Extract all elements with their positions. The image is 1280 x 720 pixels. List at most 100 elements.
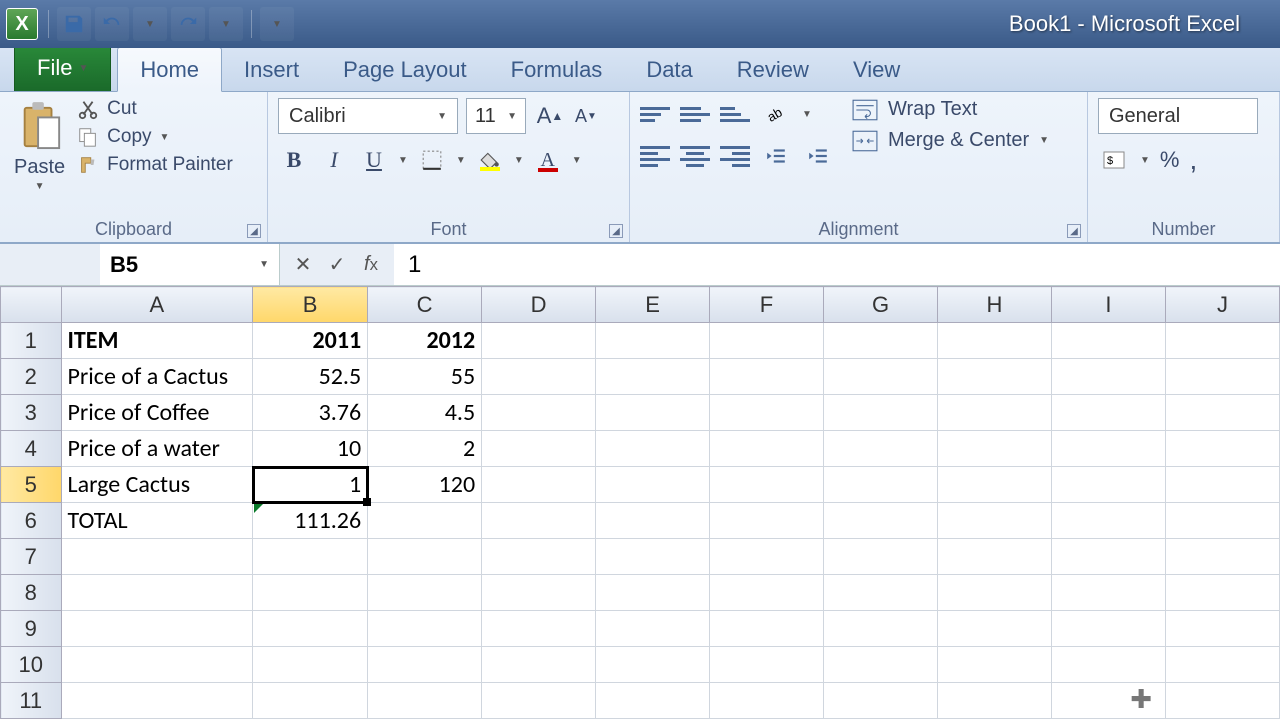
cell-F2[interactable]	[710, 359, 824, 395]
cell-C9[interactable]	[368, 611, 482, 647]
cell-C3[interactable]: 4.5	[368, 395, 482, 431]
cell-I4[interactable]	[1051, 431, 1165, 467]
column-header-D[interactable]: D	[482, 287, 596, 323]
cell-D9[interactable]	[482, 611, 596, 647]
cell-C5[interactable]: 120	[368, 467, 482, 503]
cell-G8[interactable]	[824, 575, 938, 611]
row-header-6[interactable]: 6	[1, 503, 62, 539]
cell-G4[interactable]	[824, 431, 938, 467]
formula-input[interactable]: 1	[394, 244, 1280, 285]
cell-H6[interactable]	[937, 503, 1051, 539]
cell-E1[interactable]	[596, 323, 710, 359]
cell-G9[interactable]	[824, 611, 938, 647]
chevron-down-icon[interactable]: ▼	[456, 155, 466, 166]
row-header-5[interactable]: 5	[1, 467, 62, 503]
row-header-3[interactable]: 3	[1, 395, 62, 431]
insert-function-icon[interactable]: fx	[356, 250, 386, 280]
cell-H11[interactable]	[937, 683, 1051, 719]
cell-A1[interactable]: ITEM	[61, 323, 253, 359]
cell-H4[interactable]	[937, 431, 1051, 467]
cell-B5[interactable]: 1	[253, 467, 368, 503]
cell-E7[interactable]	[596, 539, 710, 575]
cell-B1[interactable]: 2011	[253, 323, 368, 359]
column-header-H[interactable]: H	[937, 287, 1051, 323]
border-button[interactable]	[416, 144, 448, 176]
row-header-2[interactable]: 2	[1, 359, 62, 395]
file-tab[interactable]: File ▼	[14, 44, 111, 91]
cell-F7[interactable]	[710, 539, 824, 575]
tab-formulas[interactable]: Formulas	[489, 48, 625, 91]
cell-J7[interactable]	[1165, 539, 1279, 575]
cell-G3[interactable]	[824, 395, 938, 431]
tab-review[interactable]: Review	[715, 48, 831, 91]
cell-D11[interactable]	[482, 683, 596, 719]
chevron-down-icon[interactable]: ▼	[514, 155, 524, 166]
error-indicator-icon[interactable]	[254, 504, 263, 513]
cell-H10[interactable]	[937, 647, 1051, 683]
wrap-text-button[interactable]: Wrap Text	[852, 98, 1049, 121]
cell-J5[interactable]	[1165, 467, 1279, 503]
cell-C4[interactable]: 2	[368, 431, 482, 467]
comma-format-icon[interactable]: ,	[1189, 144, 1197, 176]
merge-center-button[interactable]: Merge & Center ▼	[852, 129, 1049, 152]
cell-B11[interactable]	[253, 683, 368, 719]
tab-home[interactable]: Home	[117, 47, 222, 92]
cell-G1[interactable]	[824, 323, 938, 359]
undo-icon[interactable]	[95, 7, 129, 41]
accounting-format-icon[interactable]: $	[1098, 144, 1130, 176]
font-name-select[interactable]: Calibri ▼	[278, 98, 458, 134]
cancel-edit-icon[interactable]: ✕	[288, 250, 318, 280]
chevron-down-icon[interactable]: ▼	[1140, 155, 1150, 166]
cell-C2[interactable]: 55	[368, 359, 482, 395]
cell-I2[interactable]	[1051, 359, 1165, 395]
paste-button[interactable]: Paste ▼	[10, 98, 69, 194]
row-header-8[interactable]: 8	[1, 575, 62, 611]
cell-J9[interactable]	[1165, 611, 1279, 647]
percent-format-icon[interactable]: %	[1160, 147, 1180, 173]
bold-button[interactable]: B	[278, 144, 310, 176]
cell-D6[interactable]	[482, 503, 596, 539]
increase-indent-icon[interactable]	[802, 140, 834, 172]
cell-J8[interactable]	[1165, 575, 1279, 611]
column-header-C[interactable]: C	[368, 287, 482, 323]
cell-F3[interactable]	[710, 395, 824, 431]
align-center-icon[interactable]	[680, 145, 710, 167]
cell-C10[interactable]	[368, 647, 482, 683]
align-bottom-icon[interactable]	[720, 103, 750, 125]
redo-dropdown-icon[interactable]: ▼	[209, 7, 243, 41]
row-header-11[interactable]: 11	[1, 683, 62, 719]
column-header-I[interactable]: I	[1051, 287, 1165, 323]
cell-B3[interactable]: 3.76	[253, 395, 368, 431]
cell-B9[interactable]	[253, 611, 368, 647]
cell-I9[interactable]	[1051, 611, 1165, 647]
chevron-down-icon[interactable]: ▼	[398, 155, 408, 166]
cell-F9[interactable]	[710, 611, 824, 647]
cell-C11[interactable]	[368, 683, 482, 719]
dialog-launcher-icon[interactable]: ◢	[609, 224, 623, 238]
excel-app-icon[interactable]: X	[6, 8, 38, 40]
chevron-down-icon[interactable]: ▼	[572, 155, 582, 166]
cell-H7[interactable]	[937, 539, 1051, 575]
cell-C6[interactable]	[368, 503, 482, 539]
cell-D3[interactable]	[482, 395, 596, 431]
cell-C8[interactable]	[368, 575, 482, 611]
fill-color-button[interactable]	[474, 144, 506, 176]
row-header-10[interactable]: 10	[1, 647, 62, 683]
cell-A8[interactable]	[61, 575, 253, 611]
tab-insert[interactable]: Insert	[222, 48, 321, 91]
cell-A7[interactable]	[61, 539, 253, 575]
decrease-indent-icon[interactable]	[760, 140, 792, 172]
cell-D10[interactable]	[482, 647, 596, 683]
cell-F5[interactable]	[710, 467, 824, 503]
cell-B4[interactable]: 10	[253, 431, 368, 467]
underline-button[interactable]: U	[358, 144, 390, 176]
qat-customize-icon[interactable]: ▼	[260, 7, 294, 41]
cell-J11[interactable]	[1165, 683, 1279, 719]
cell-F10[interactable]	[710, 647, 824, 683]
cell-J6[interactable]	[1165, 503, 1279, 539]
cell-D4[interactable]	[482, 431, 596, 467]
column-header-B[interactable]: B	[253, 287, 368, 323]
font-size-select[interactable]: 11 ▼	[466, 98, 526, 134]
cell-I1[interactable]	[1051, 323, 1165, 359]
column-header-A[interactable]: A	[61, 287, 253, 323]
